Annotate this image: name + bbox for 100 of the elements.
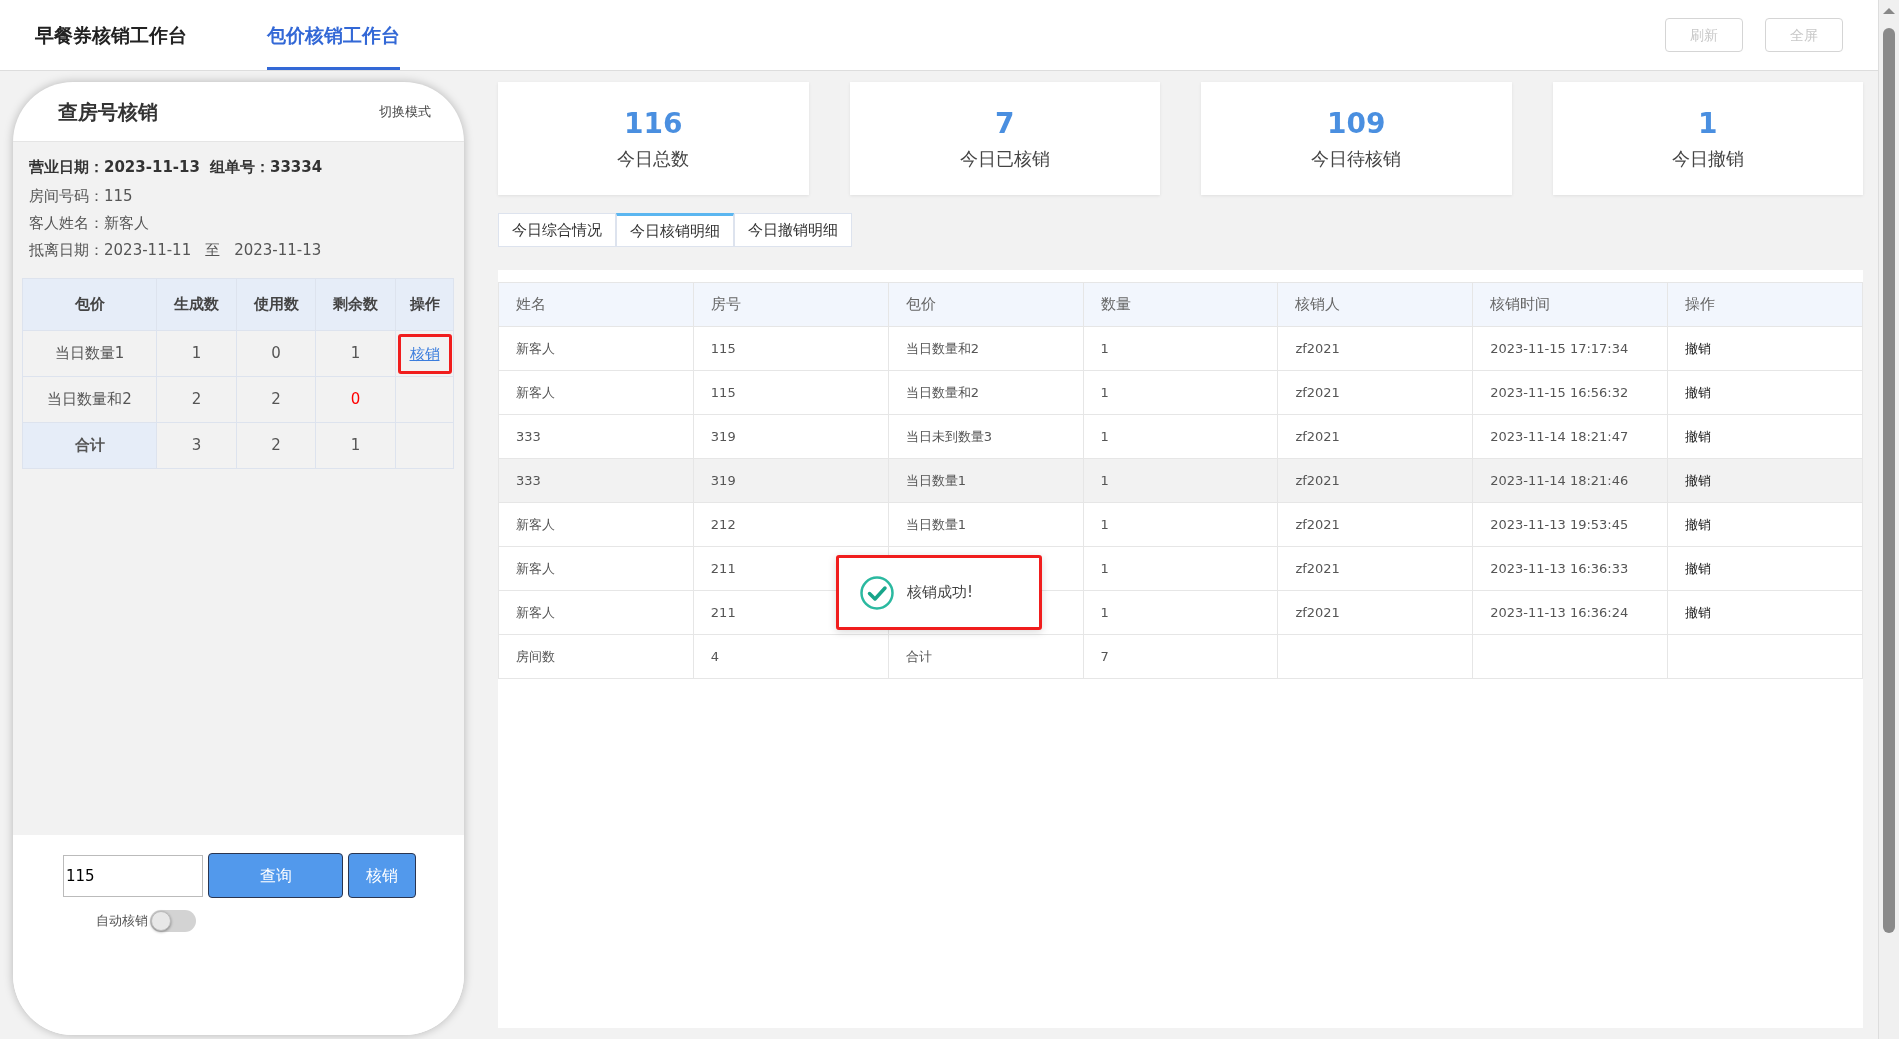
cell-text: 房间数 <box>516 648 555 664</box>
column-header: 包价 <box>22 278 157 331</box>
cell-text: 4 <box>710 648 720 664</box>
cell-text: zf2021 <box>1295 560 1340 576</box>
cell-text: 当日未到数量3 <box>905 428 992 444</box>
cell-text: 当日数量1 <box>905 516 966 532</box>
cell-text: 1 <box>1100 560 1109 576</box>
revoke-link[interactable]: 撤销 <box>1685 560 1712 576</box>
cell-text: 2023-11-13 16:36:33 <box>1490 560 1629 576</box>
column-header: 剩余数 <box>315 278 396 331</box>
table-row[interactable]: 房间数 4 合计 7 <box>498 634 1863 679</box>
revoke-link[interactable]: 撤销 <box>1685 516 1712 532</box>
cell-text: zf2021 <box>1295 384 1340 400</box>
table-row[interactable]: 新客人 115 当日数量和2 1 zf2021 2023-11-15 17:17:34 撤销 <box>498 326 1863 371</box>
cell-text: 新客人 <box>516 340 555 356</box>
table-row[interactable]: 新客人 115 当日数量和2 1 zf2021 2023-11-15 16:56:32 撤销 <box>498 370 1863 415</box>
revoke-link[interactable]: 撤销 <box>1685 384 1712 400</box>
table-cell: 2 <box>236 376 316 423</box>
stat-value: 109 <box>1327 109 1386 138</box>
detail-tab[interactable]: 今日核销明细 <box>616 213 734 247</box>
cell-text: 2023-11-15 17:17:34 <box>1490 340 1629 356</box>
cell-text: 1 <box>1100 384 1109 400</box>
cell-text: 2023-11-15 16:56:32 <box>1490 384 1629 400</box>
detail-tab[interactable]: 今日综合情况 <box>498 213 616 247</box>
info-text: 客人姓名：新客人 <box>29 213 149 235</box>
cell-text: 2023-11-13 19:53:45 <box>1490 516 1629 532</box>
check-circle-icon <box>859 574 895 611</box>
cell-text: 新客人 <box>516 384 555 400</box>
cell-text: 当日数量和2 <box>905 384 979 400</box>
column-header: 核销时间 <box>1472 282 1668 327</box>
cell-text: 当日数量1 <box>905 472 966 488</box>
cell-text: 1 <box>1100 472 1109 488</box>
stat-value: 116 <box>624 109 683 138</box>
workbench-tab[interactable]: 包价核销工作台 <box>267 0 400 70</box>
cell-text: zf2021 <box>1295 604 1340 620</box>
column-header: 使用数 <box>236 278 316 331</box>
revoke-link[interactable]: 撤销 <box>1685 428 1712 444</box>
info-text: 房间号码：115 <box>29 186 133 208</box>
stat-value: 7 <box>995 109 1015 138</box>
cell-text: 1 <box>1100 516 1109 532</box>
table-row[interactable]: 新客人 212 当日数量1 1 zf2021 2023-11-13 19:53:45 撤销 <box>498 502 1863 547</box>
business-date-text: 营业日期：2023-11-13 <box>29 157 200 179</box>
cell-text: 212 <box>710 516 736 532</box>
column-header: 生成数 <box>156 278 237 331</box>
cell-text: 2023-11-14 18:21:46 <box>1490 472 1629 488</box>
table-cell: 0 <box>236 330 316 377</box>
table-cell: 3 <box>156 422 237 469</box>
revoke-link[interactable]: 撤销 <box>1685 604 1712 620</box>
cell-text: 319 <box>710 472 736 488</box>
table-cell: 0 <box>315 376 396 423</box>
cell-text: 333 <box>516 472 541 488</box>
cell-text: zf2021 <box>1295 472 1340 488</box>
switch-mode-link[interactable]: 切换模式 <box>379 101 431 122</box>
workbench-tab[interactable]: 早餐券核销工作台 <box>35 0 187 70</box>
column-header: 操作 <box>395 278 454 331</box>
stat-label: 今日总数 <box>617 149 690 168</box>
table-cell: 1 <box>156 330 237 377</box>
cell-text: 115 <box>710 340 736 356</box>
cell-text: 1 <box>1100 604 1109 620</box>
cell-text: 2023-11-14 18:21:47 <box>1490 428 1629 444</box>
stat-value: 1 <box>1698 109 1718 138</box>
column-header: 房号 <box>693 282 889 327</box>
table-row[interactable]: 333 319 当日未到数量3 1 zf2021 2023-11-14 18:21:47 撤销 <box>498 414 1863 459</box>
stat-label: 今日撤销 <box>1671 149 1744 168</box>
stat-label: 今日已核销 <box>959 149 1050 168</box>
table-cell: 1 <box>315 422 396 469</box>
verify-link[interactable]: 核销 <box>397 333 452 374</box>
table-cell: 2 <box>236 422 316 469</box>
stat-label: 今日待核销 <box>1311 149 1402 168</box>
group-number-text: 组单号：33334 <box>209 157 323 179</box>
cell-text: 新客人 <box>516 560 555 576</box>
cell-text: 2023-11-13 16:36:24 <box>1490 604 1629 620</box>
cell-text: 当日数量和2 <box>905 340 979 356</box>
cell-text: 新客人 <box>516 604 555 620</box>
column-header: 操作 <box>1667 282 1863 327</box>
room-number-input[interactable]: 115 <box>63 854 203 897</box>
cell-text: zf2021 <box>1295 428 1340 444</box>
cell-text: 合计 <box>905 648 932 664</box>
cell-text: 211 <box>710 560 736 576</box>
table-cell: 合计 <box>22 422 157 469</box>
panel-title: 查房号核销 <box>58 98 158 126</box>
table-cell: 当日数量1 <box>22 330 157 377</box>
revoke-link[interactable]: 撤销 <box>1685 472 1712 488</box>
table-cell: 1 <box>315 330 396 377</box>
cell-text: 7 <box>1100 648 1109 664</box>
cell-text: 新客人 <box>516 516 555 532</box>
table-row[interactable]: 333 319 当日数量1 1 zf2021 2023-11-14 18:21:46 撤销 <box>498 458 1863 503</box>
departure-date-text: 2023-11-13 <box>234 240 322 262</box>
auto-verify-label: 自动核销 <box>96 912 148 931</box>
cell-text: zf2021 <box>1295 516 1340 532</box>
revoke-link[interactable]: 撤销 <box>1685 340 1712 356</box>
cell-text: 1 <box>1100 428 1109 444</box>
detail-tab[interactable]: 今日撤销明细 <box>734 213 852 247</box>
cell-text: 333 <box>516 428 541 444</box>
auto-verify-toggle[interactable] <box>150 910 196 932</box>
table-cell: 当日数量和2 <box>22 376 157 423</box>
cell-text: 115 <box>710 384 736 400</box>
column-header: 包价 <box>888 282 1084 327</box>
table-cell: 2 <box>156 376 237 423</box>
stay-dates-text: 抵离日期：2023-11-11 <box>29 240 192 262</box>
